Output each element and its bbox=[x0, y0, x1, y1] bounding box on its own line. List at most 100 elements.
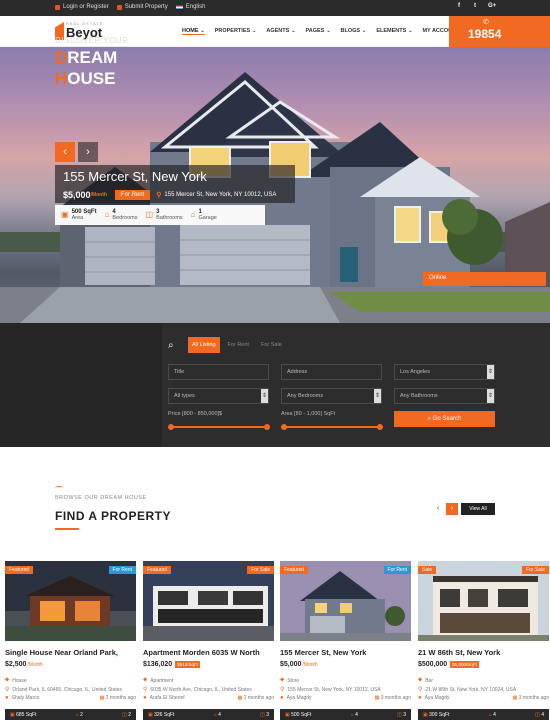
property-agent[interactable]: ● Shaly Marco bbox=[5, 695, 39, 701]
bedrooms-select[interactable]: Any Bedrooms bbox=[281, 388, 382, 404]
property-agent[interactable]: ● Aya Magdy bbox=[280, 695, 312, 701]
nav-blogs[interactable]: BLOGS ⌄ bbox=[341, 28, 367, 35]
type-select[interactable]: All types bbox=[168, 388, 269, 404]
agent-name[interactable]: Arafa El Sherief bbox=[150, 695, 185, 701]
property-date: ▦ 2 months ago bbox=[100, 695, 136, 701]
date-label: 3 months ago bbox=[518, 695, 549, 701]
stat-beds: ⌂ 4 bbox=[489, 712, 496, 718]
property-title[interactable]: Apartment Morden 6035 W North bbox=[143, 648, 260, 657]
nav-properties-label[interactable]: PROPERTIES bbox=[215, 28, 250, 34]
property-type-label: Apartment bbox=[150, 677, 174, 684]
submit-property-link[interactable]: Submit Property bbox=[116, 4, 168, 10]
nav-home-label[interactable]: HOME bbox=[182, 28, 199, 34]
property-agent[interactable]: ● Arafa El Sherief bbox=[143, 695, 185, 701]
price-min-handle[interactable] bbox=[168, 424, 174, 430]
online-label[interactable]: Online bbox=[429, 275, 446, 281]
submit-label[interactable]: Submit Property bbox=[125, 4, 168, 10]
beds-value: 2 bbox=[80, 711, 83, 718]
map-marker-icon: ⚲ bbox=[418, 687, 423, 693]
tab-for-rent[interactable]: For Rent bbox=[224, 337, 253, 353]
property-card[interactable]: Featured For Rent Single House Near Orla… bbox=[5, 561, 136, 720]
bathrooms-select[interactable]: Any Bathrooms bbox=[394, 388, 495, 404]
beds-value: 4 bbox=[355, 711, 358, 718]
beds-value: 4 bbox=[218, 711, 221, 718]
online-chat-bar[interactable]: Online bbox=[423, 272, 546, 286]
nav-home[interactable]: HOME ⌄ bbox=[182, 28, 205, 35]
go-search-label[interactable]: Go Search bbox=[433, 416, 462, 422]
user-icon: ● bbox=[143, 695, 147, 701]
area-icon: ▣ bbox=[61, 210, 69, 219]
phone-box[interactable]: ✆ 19854 bbox=[449, 16, 550, 47]
login-label[interactable]: Login or Register bbox=[63, 4, 109, 10]
twitter-icon[interactable]: t bbox=[474, 3, 476, 9]
nav-agents[interactable]: AGENTS ⌄ bbox=[266, 28, 295, 35]
nav-pages[interactable]: PAGES ⌄ bbox=[305, 28, 330, 35]
property-price: $500,000 bbox=[418, 661, 448, 668]
search-intro bbox=[0, 323, 162, 447]
feature-garage: ⌂ 1 Garage bbox=[191, 209, 217, 221]
tab-for-sale[interactable]: For Sale bbox=[257, 337, 286, 353]
chevron-down-icon: ⌄ bbox=[252, 28, 257, 34]
tab-all-listing[interactable]: All Listing bbox=[188, 337, 220, 353]
property-price: $136,020 bbox=[143, 661, 173, 668]
language-selector[interactable]: English bbox=[175, 4, 206, 10]
search-icon[interactable]: ⌕ bbox=[168, 340, 184, 351]
nav-agents-label[interactable]: AGENTS bbox=[266, 28, 289, 34]
nav-elements-label[interactable]: ELEMENTS bbox=[376, 28, 406, 34]
google-plus-icon[interactable]: G+ bbox=[488, 3, 496, 9]
go-search-button[interactable]: ⌕ Go Search bbox=[394, 411, 495, 427]
property-card[interactable]: Featured For Rent 155 Mercer St, New Yor… bbox=[280, 561, 411, 720]
location-select[interactable]: Los Angeles bbox=[394, 364, 495, 380]
house-initial: H bbox=[55, 69, 68, 88]
featured-badge: Featured bbox=[143, 566, 172, 574]
chevron-down-icon: ⌄ bbox=[408, 28, 413, 34]
facebook-icon[interactable]: f bbox=[458, 3, 460, 9]
price-range-slider[interactable] bbox=[170, 426, 267, 428]
agent-name[interactable]: Shaly Marco bbox=[12, 695, 40, 701]
property-title[interactable]: 21 W 86th St, New York bbox=[418, 648, 500, 657]
language-label[interactable]: English bbox=[186, 4, 206, 10]
property-agent[interactable]: ● Aya Magdy bbox=[418, 695, 450, 701]
map-marker-icon: ⚲ bbox=[143, 687, 148, 693]
top-bar: Login or Register Submit Property Englis… bbox=[0, 0, 550, 16]
title-input[interactable]: Title bbox=[168, 364, 269, 380]
title-underline bbox=[55, 528, 79, 530]
chevron-down-icon: ⌄ bbox=[200, 28, 205, 34]
nav-properties[interactable]: PROPERTIES ⌄ bbox=[215, 28, 257, 35]
featured-badge: Featured bbox=[5, 566, 34, 574]
area-min-handle[interactable] bbox=[281, 424, 287, 430]
property-type-label: House bbox=[12, 677, 27, 684]
property-type: ⬥ Store bbox=[280, 677, 299, 684]
hero-property-title[interactable]: 155 Mercer St, New York bbox=[55, 165, 295, 187]
area-range-slider[interactable] bbox=[283, 426, 380, 428]
agent-name[interactable]: Aya Magdy bbox=[425, 695, 450, 701]
property-title[interactable]: 155 Mercer St, New York bbox=[280, 648, 366, 657]
login-link[interactable]: Login or Register bbox=[55, 4, 109, 10]
property-price-row: $136,020 $612/SqFt bbox=[143, 661, 200, 668]
hero-prev-button[interactable]: ‹ bbox=[55, 142, 75, 162]
uk-flag-icon bbox=[175, 4, 183, 10]
hero-next-button[interactable]: › bbox=[78, 142, 98, 162]
property-card[interactable]: Sale For Sale 21 W 86th St, New York $50… bbox=[418, 561, 549, 720]
carousel-next-button[interactable]: › bbox=[446, 503, 458, 515]
phone-number[interactable]: 19854 bbox=[468, 27, 501, 41]
nav-elements[interactable]: ELEMENTS ⌄ bbox=[376, 28, 412, 35]
area-max-handle[interactable] bbox=[377, 424, 383, 430]
stat-baths: ◫ 4 bbox=[535, 712, 544, 718]
stat-area: ▣ 326 SqFt bbox=[148, 712, 174, 718]
stat-area: ▣ 685 SqFt bbox=[10, 712, 36, 718]
featured-badge: Sale bbox=[418, 566, 437, 574]
price-unit: /Month bbox=[302, 661, 318, 668]
view-all-button[interactable]: View All bbox=[461, 503, 495, 515]
nav-blogs-label[interactable]: BLOGS bbox=[341, 28, 361, 34]
property-card[interactable]: Featured For Sale Apartment Morden 6035 … bbox=[143, 561, 274, 720]
tag-icon: ⬥ bbox=[418, 677, 423, 683]
user-icon: ● bbox=[418, 695, 422, 701]
address-input[interactable]: Address bbox=[281, 364, 382, 380]
agent-name[interactable]: Aya Magdy bbox=[287, 695, 312, 701]
nav-pages-label[interactable]: PAGES bbox=[305, 28, 324, 34]
status-badge: For Rent bbox=[383, 566, 411, 574]
price-max-handle[interactable] bbox=[264, 424, 270, 430]
carousel-prev-button[interactable]: ‹ bbox=[432, 503, 444, 515]
property-title[interactable]: Single House Near Orland Park, bbox=[5, 648, 118, 657]
